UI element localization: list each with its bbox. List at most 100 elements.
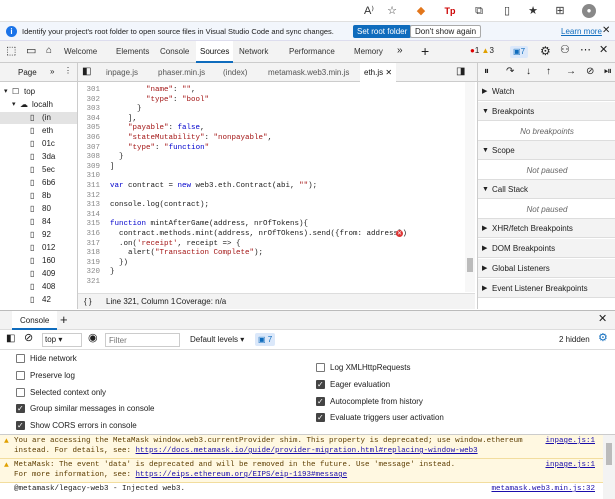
code-line[interactable]: 316 contract.methods.mint(address, nrOfT…	[78, 229, 475, 239]
messages-badge[interactable]: ▣7	[510, 46, 529, 58]
filter-input[interactable]	[105, 333, 180, 347]
code-line[interactable]: 311 var contract = new web3.eth.Contract(…	[78, 181, 475, 191]
tree-item[interactable]: ▯ 3da	[0, 151, 77, 163]
debugger-section-scope[interactable]: ▼ Scope	[478, 141, 615, 160]
line-number[interactable]: 315	[78, 219, 100, 229]
tree-item[interactable]: ▯ 409	[0, 268, 77, 280]
line-number[interactable]: 311	[78, 181, 100, 191]
add-drawer-tab-icon[interactable]: +	[60, 313, 68, 326]
close-devtools-icon[interactable]: ✕	[599, 45, 608, 56]
source-link[interactable]: inpage.js:1	[545, 460, 595, 470]
code-line[interactable]: 308 }	[78, 152, 475, 162]
tree-item[interactable]: ▯ 01c	[0, 138, 77, 150]
line-number[interactable]: 310	[78, 171, 100, 181]
file-tab-inpage[interactable]: inpage.js	[106, 63, 138, 82]
tab-performance[interactable]: Performance	[285, 41, 339, 63]
more-navigators-icon[interactable]: »	[50, 68, 54, 76]
tree-item[interactable]: ▯ eth	[0, 125, 77, 137]
close-tab-icon[interactable]: ✕	[385, 68, 392, 77]
console-message[interactable]: ▲ MetaMask: The event 'data' is deprecate…	[0, 459, 615, 483]
scroll-thumb[interactable]	[606, 443, 612, 465]
context-select[interactable]: top ▾	[42, 333, 82, 347]
add-tab-icon[interactable]: +	[421, 44, 429, 58]
deactivate-breakpoints-icon[interactable]: ⊘	[586, 67, 594, 77]
checkbox[interactable]	[16, 403, 25, 415]
code-line[interactable]: 313 console.log(contract);	[78, 200, 475, 210]
line-number[interactable]: 307	[78, 143, 100, 153]
code-line[interactable]: 312	[78, 191, 475, 201]
console-settings-gear-icon[interactable]: ⚙	[598, 333, 608, 344]
source-link[interactable]: metamask.web3.min.js:32	[491, 484, 595, 494]
code-editor[interactable]: 301 "name": "", 302 "type": "bool" 303 } 30…	[78, 82, 475, 292]
line-number[interactable]: 304	[78, 114, 100, 124]
code-line[interactable]: 318 alert("Transaction Complete");	[78, 248, 475, 258]
close-icon[interactable]: ✕	[602, 26, 610, 36]
tree-item[interactable]: ▯ 92	[0, 229, 77, 241]
tree-item[interactable]: ▯ 408	[0, 281, 77, 293]
tab-sources[interactable]: Sources	[196, 41, 234, 63]
file-tab-metamask-web3[interactable]: metamask.web3.min.js	[268, 63, 349, 82]
debugger-section-xhr-fetch-breakpoints[interactable]: ▶ XHR/fetch Breakpoints	[478, 219, 615, 238]
split-screen-icon[interactable]: ▯	[500, 4, 514, 18]
line-number[interactable]: 321	[78, 277, 100, 287]
code-line[interactable]: 317 .on('receipt', receipt => {	[78, 239, 475, 249]
live-expression-eye-icon[interactable]: ◉	[88, 333, 98, 344]
error-marker-icon[interactable]: ✕	[396, 230, 403, 237]
checkbox[interactable]	[16, 370, 25, 380]
tree-item[interactable]: ▯ 012	[0, 242, 77, 254]
file-tab-eth[interactable]: eth.js ✕	[360, 63, 397, 82]
debugger-section-dom-breakpoints[interactable]: ▶ DOM Breakpoints	[478, 239, 615, 258]
line-number[interactable]: 320	[78, 267, 100, 277]
scroll-thumb[interactable]	[467, 258, 473, 272]
checkbox[interactable]	[16, 387, 25, 397]
profile-icon[interactable]: ●	[582, 4, 596, 18]
learn-more-link[interactable]: Learn more	[561, 27, 602, 36]
pretty-print-button[interactable]: { }	[84, 297, 92, 306]
tab-console[interactable]: Console	[156, 41, 193, 63]
tab-network[interactable]: Network	[235, 41, 272, 63]
step-into-icon[interactable]: ↓	[526, 67, 531, 77]
code-line[interactable]: 306 "stateMutability": "nonpayable",	[78, 133, 475, 143]
code-line[interactable]: 310	[78, 171, 475, 181]
gear-icon[interactable]: ⚙	[540, 45, 551, 57]
debugger-section-call-stack[interactable]: ▼ Call Stack	[478, 180, 615, 199]
tree-item[interactable]: ▯ 5ec	[0, 164, 77, 176]
tree-item[interactable]: ▯ 6b6	[0, 177, 77, 189]
favorites-star-icon[interactable]: ☆	[385, 4, 399, 18]
home-icon[interactable]: ⌂	[46, 46, 52, 56]
debugger-section-event-listener-breakpoints[interactable]: ▶ Event Listener Breakpoints	[478, 279, 615, 298]
set-root-folder-button[interactable]: Set root folder	[353, 25, 412, 38]
line-number[interactable]: 308	[78, 152, 100, 162]
console-scrollbar[interactable]	[603, 435, 615, 499]
code-line[interactable]: 314	[78, 210, 475, 220]
code-line[interactable]: 302 "type": "bool"	[78, 95, 475, 105]
dont-show-again-button[interactable]: Don't show again	[410, 25, 482, 38]
pause-on-exceptions-icon[interactable]: ⏯	[604, 67, 612, 77]
tree-item[interactable]: ▾ ☁ localh	[0, 99, 77, 111]
tree-item[interactable]: ▾ ☐ top	[0, 86, 77, 98]
debugger-section-breakpoints[interactable]: ▼ Breakpoints	[478, 102, 615, 121]
clear-console-icon[interactable]: ⊘	[24, 333, 33, 344]
code-line[interactable]: 320}	[78, 267, 475, 277]
more-options-icon[interactable]: ⋮	[64, 67, 72, 75]
log-levels-select[interactable]: Default levels ▾	[190, 335, 244, 344]
debugger-section-global-listeners[interactable]: ▶ Global Listeners	[478, 259, 615, 278]
tree-item[interactable]: ▯ (in	[0, 112, 77, 124]
line-number[interactable]: 305	[78, 123, 100, 133]
read-aloud-icon[interactable]: A⁾	[362, 4, 376, 18]
checkbox[interactable]	[16, 420, 25, 432]
code-line[interactable]: 321	[78, 277, 475, 287]
line-number[interactable]: 302	[78, 95, 100, 105]
toggle-debugger-icon[interactable]: ◨	[456, 67, 465, 77]
profile-switch-icon[interactable]: ⚇	[560, 45, 570, 56]
step-icon[interactable]: →	[566, 67, 576, 77]
line-number[interactable]: 318	[78, 248, 100, 258]
debugger-section-watch[interactable]: ▶ Watch	[478, 82, 615, 101]
line-number[interactable]: 312	[78, 191, 100, 201]
console-message[interactable]: @metamask/legacy-web3 - Injected web3. me…	[0, 483, 615, 497]
code-line[interactable]: 307 "type": "function"	[78, 143, 475, 153]
tree-item[interactable]: ▯ 42	[0, 294, 77, 306]
page-tab[interactable]: Page	[18, 68, 37, 77]
line-number[interactable]: 314	[78, 210, 100, 220]
source-link[interactable]: inpage.js:1	[545, 436, 595, 446]
